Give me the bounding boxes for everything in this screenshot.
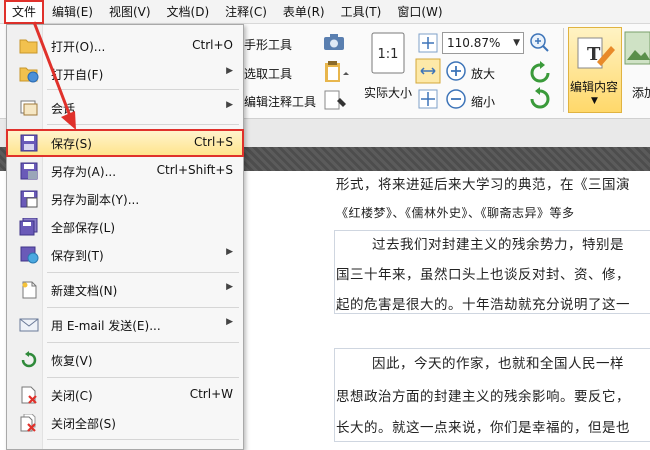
- submenu-arrow-icon: ▶: [226, 282, 233, 292]
- add-image-icon[interactable]: [624, 30, 650, 70]
- menu-item-open-from[interactable]: 打开自(F) ▶: [7, 61, 243, 87]
- add-button[interactable]: 添加: [632, 84, 650, 101]
- menu-separator: [47, 89, 239, 90]
- menu-item-save-as[interactable]: 另存为(A)... Ctrl+Shift+S: [7, 158, 243, 184]
- document-line: 国三十年来，虽然口头上也谈反对封、资、修，: [336, 267, 630, 283]
- actual-size-button[interactable]: 实际大小: [364, 84, 412, 101]
- document-line: 《红楼梦》、《儒林外史》、《聊斋志异》等多: [336, 206, 575, 220]
- menu-item-open[interactable]: 打开(O)... Ctrl+O: [7, 33, 243, 59]
- toolbar-separator: [563, 28, 564, 112]
- fit-width-icon[interactable]: [415, 58, 441, 84]
- edit-content-icon: T: [577, 37, 615, 69]
- document-line: 长大的。就这一点来说，你们是幸福的，但是也: [336, 420, 630, 436]
- submenu-arrow-icon: ▶: [226, 100, 233, 110]
- submenu-arrow-icon: ▶: [226, 317, 233, 327]
- actual-size-glyph: 1:1: [378, 47, 399, 62]
- submenu-arrow-icon: ▶: [226, 247, 233, 257]
- fit-visible-icon[interactable]: [417, 88, 439, 110]
- edit-content-label: 编辑内容: [570, 80, 619, 94]
- menu-bar: 文件 编辑(E) 视图(V) 文档(D) 注释(C) 表单(R) 工具(T) 窗…: [0, 0, 650, 24]
- menu-tools[interactable]: 工具(T): [333, 0, 390, 24]
- menu-item-save[interactable]: 保存(S) Ctrl+S: [6, 129, 244, 157]
- fit-page-icon[interactable]: [417, 32, 439, 54]
- close-document-icon: [21, 386, 37, 404]
- chevron-down-icon: ▼: [513, 38, 520, 48]
- menu-item-session[interactable]: 会话 ▶: [7, 95, 243, 121]
- document-line: 思想政治方面的封建主义的残余影响。要反它，: [336, 389, 630, 405]
- hand-tool-button[interactable]: 手形工具: [244, 36, 292, 53]
- camera-icon[interactable]: [322, 32, 346, 52]
- menu-item-revert[interactable]: 恢复(V): [7, 347, 243, 373]
- folder-open-icon: [19, 39, 38, 54]
- menu-item-email[interactable]: 用 E-mail 发送(E)... ▶: [7, 312, 243, 338]
- zoom-out-icon[interactable]: [445, 88, 467, 110]
- document-line: 过去我们对封建主义的残余势力，特别是: [372, 237, 624, 253]
- actual-size-icon[interactable]: 1:1: [370, 31, 406, 75]
- save-to-icon: [20, 246, 39, 264]
- close-all-icon: [20, 414, 36, 432]
- save-icon: [20, 134, 38, 152]
- menu-separator: [47, 307, 239, 308]
- rotate-clockwise-icon[interactable]: [528, 61, 552, 83]
- document-line: 起的危害是很大的。十年浩劫就充分说明了这一: [336, 297, 630, 313]
- menu-item-save-copy[interactable]: 另存为副本(Y)...: [7, 186, 243, 212]
- menu-separator: [47, 342, 239, 343]
- new-document-icon: [22, 281, 37, 299]
- revert-icon: [21, 351, 37, 368]
- menu-window[interactable]: 窗口(W): [389, 0, 450, 24]
- zoom-magnifier-icon[interactable]: [528, 31, 558, 55]
- email-icon: [19, 318, 39, 332]
- edit-annotation-tool-button[interactable]: 编辑注释工具: [244, 93, 316, 110]
- menu-separator: [47, 124, 239, 125]
- menu-file[interactable]: 文件: [4, 0, 45, 24]
- chevron-down-icon: ▼: [591, 96, 598, 106]
- submenu-arrow-icon: ▶: [226, 66, 233, 76]
- zoom-level-select[interactable]: 110.87% ▼: [442, 32, 524, 54]
- menu-view[interactable]: 视图(V): [101, 0, 159, 24]
- select-tool-button[interactable]: 选取工具: [244, 65, 292, 82]
- menu-comment[interactable]: 注释(C): [217, 0, 275, 24]
- menu-item-close[interactable]: 关闭(C) Ctrl+W: [7, 382, 243, 408]
- annotation-tool-icon[interactable]: [322, 88, 352, 112]
- session-icon: [20, 100, 38, 116]
- menu-item-close-all[interactable]: 关闭全部(S): [7, 410, 243, 436]
- save-as-icon: [20, 162, 38, 180]
- menu-form[interactable]: 表单(R): [275, 0, 333, 24]
- menu-separator: [47, 439, 239, 440]
- menu-item-save-all[interactable]: 全部保存(L): [7, 214, 243, 240]
- save-all-icon: [19, 218, 38, 236]
- zoom-in-icon[interactable]: [445, 60, 467, 82]
- zoom-in-button[interactable]: 放大: [471, 65, 495, 82]
- menu-separator: [47, 377, 239, 378]
- document-line: 因此，今天的作家，也就和全国人民一样: [372, 356, 624, 372]
- menu-document[interactable]: 文档(D): [159, 0, 218, 24]
- menu-item-save-to[interactable]: 保存到(T) ▶: [7, 242, 243, 268]
- menu-item-new-document[interactable]: 新建文档(N) ▶: [7, 277, 243, 303]
- menu-edit[interactable]: 编辑(E): [44, 0, 101, 24]
- rotate-counterclockwise-icon[interactable]: [528, 87, 552, 109]
- zoom-level-value: 110.87%: [447, 36, 501, 50]
- zoom-out-button[interactable]: 缩小: [471, 93, 495, 110]
- clipboard-icon[interactable]: [322, 60, 352, 84]
- file-menu: 打开(O)... Ctrl+O 打开自(F) ▶ 会话 ▶ 保存(S) Ctrl…: [6, 24, 244, 450]
- menu-separator: [47, 272, 239, 273]
- save-copy-icon: [20, 190, 38, 208]
- folder-globe-icon: [19, 67, 39, 83]
- edit-content-button[interactable]: T 编辑内容 ▼: [568, 27, 622, 113]
- document-line: 形式，将来进延后来大学习的典范，在《三国演: [336, 177, 630, 193]
